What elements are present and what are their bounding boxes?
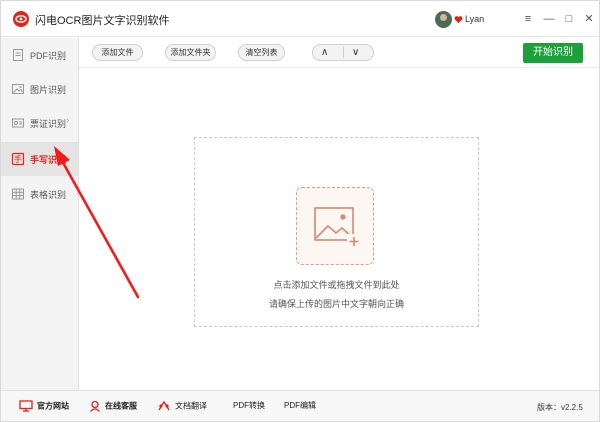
minimize-icon[interactable]: — — [541, 10, 557, 28]
user-name[interactable]: Lyan — [465, 14, 484, 24]
pdf-convert-label: PDF转换 — [233, 401, 265, 410]
app-window: 闪电OCR图片文字识别软件 Lyan ≡ — □ ✕ PDF识别 图片识别 票证… — [0, 0, 600, 422]
sidebar-item-pdf[interactable]: PDF识别 — [1, 38, 78, 72]
table-icon — [12, 188, 24, 200]
sidebar-item-label: PDF识别 — [30, 51, 67, 61]
divider — [343, 47, 344, 58]
doc-translate-label: 文档翻译 — [175, 401, 207, 411]
move-down-button[interactable]: ∨ — [352, 45, 359, 60]
translate-icon — [158, 400, 170, 411]
handwriting-icon: 手 — [11, 152, 25, 166]
pdf-convert-link[interactable]: PDF转换 — [233, 400, 265, 414]
move-buttons: ∧ ∨ — [312, 44, 374, 61]
image-icon — [12, 84, 24, 94]
main-area: 点击添加文件或拖拽文件到此处 请确保上传的图片中文字朝向正确 — [79, 69, 599, 390]
menu-icon[interactable]: ≡ — [520, 10, 536, 28]
orientation-hint: 请确保上传的图片中文字朝向正确 — [268, 299, 404, 309]
sidebar-item-label: 票证识别 — [30, 119, 67, 129]
pdf-edit-label: PDF编辑 — [284, 401, 316, 410]
official-website-label: 官方网站 — [37, 401, 69, 411]
add-file-button[interactable]: 添加文件 — [92, 44, 143, 61]
app-title: 闪电OCR图片文字识别软件 — [35, 15, 170, 27]
pdf-edit-link[interactable]: PDF编辑 — [284, 400, 316, 414]
app-logo-icon — [13, 11, 29, 27]
online-support-link[interactable]: 在线客服 — [89, 400, 137, 414]
toolbar: 添加文件 添加文件夹 清空列表 ∧ ∨ 开始识别 — [79, 38, 599, 68]
chevron-right-icon: › — [66, 115, 70, 126]
sidebar-item-image[interactable]: 图片识别 — [1, 72, 78, 106]
drop-hint: 点击添加文件或拖拽文件到此处 — [273, 280, 400, 290]
ticket-icon — [12, 118, 24, 128]
file-drop-zone[interactable]: 点击添加文件或拖拽文件到此处 请确保上传的图片中文字朝向正确 — [194, 137, 479, 327]
online-support-label: 在线客服 — [105, 401, 137, 411]
sidebar-item-label: 图片识别 — [30, 85, 67, 95]
title-bar[interactable]: 闪电OCR图片文字识别软件 Lyan ≡ — □ ✕ — [1, 1, 599, 37]
clear-list-button[interactable]: 清空列表 — [238, 44, 285, 61]
doc-translate-link[interactable]: 文档翻译 — [157, 400, 207, 414]
close-icon[interactable]: ✕ — [581, 10, 597, 28]
pdf-icon — [13, 49, 23, 61]
vip-heart-icon — [454, 16, 463, 24]
svg-text:手: 手 — [14, 154, 22, 164]
move-up-button[interactable]: ∧ — [321, 45, 328, 60]
user-avatar[interactable] — [435, 11, 452, 28]
annotation-arrow-icon — [54, 146, 140, 299]
add-image-icon[interactable] — [296, 187, 374, 265]
start-recognition-button[interactable]: 开始识别 — [523, 43, 583, 63]
customer-service-icon — [90, 400, 100, 412]
add-folder-button[interactable]: 添加文件夹 — [165, 44, 216, 61]
status-bar: 官方网站 在线客服 文档翻译 PDF转换 PDF编辑 版本：v2.2.5 — [1, 390, 599, 421]
version-label: 版本：v2.2.5 — [537, 403, 583, 412]
monitor-icon — [19, 400, 33, 412]
official-website-link[interactable]: 官方网站 — [19, 400, 69, 414]
maximize-icon[interactable]: □ — [561, 10, 577, 28]
